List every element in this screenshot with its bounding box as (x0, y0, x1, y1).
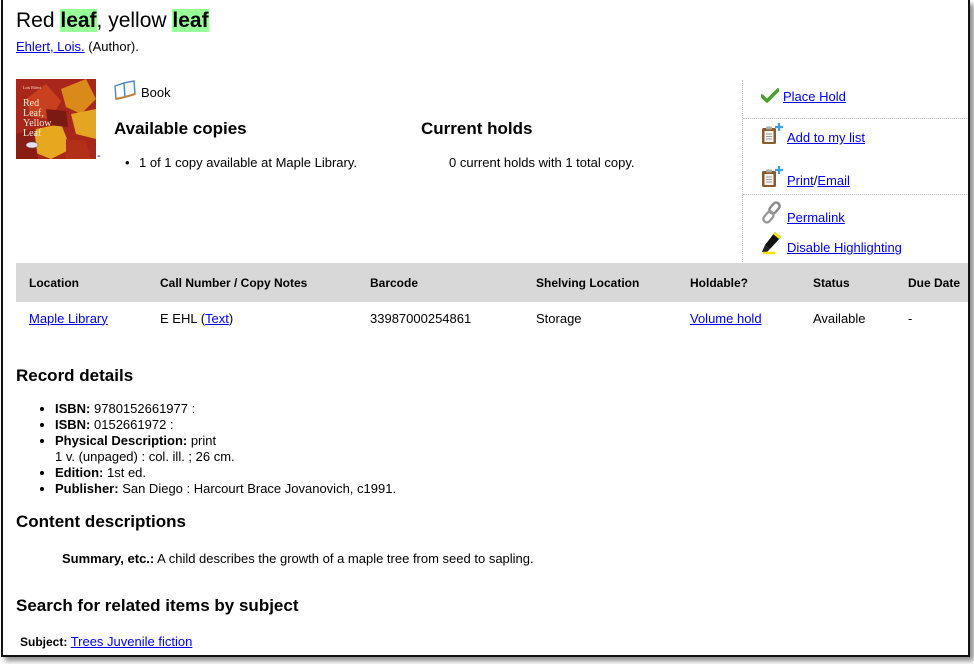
permalink-action[interactable]: Permalink (761, 201, 845, 225)
detail-label: Physical Description: (55, 433, 188, 448)
detail-label: Edition: (55, 465, 104, 480)
barcode-cell: 33987000254861 (370, 310, 472, 326)
email-link[interactable]: Email (817, 173, 850, 188)
cover-author: Lois Ehlert (23, 85, 42, 90)
subject-line: Subject: Trees Juvenile fiction (20, 634, 192, 649)
book-cover-art: Lois Ehlert Red Leaf, Yellow Leaf (16, 79, 96, 159)
shelving-location-cell: Storage (536, 310, 582, 326)
cover-link-underline[interactable]: - (97, 150, 101, 162)
author-line: Ehlert, Lois. (Author). (16, 39, 139, 54)
column-header-shelving-location: Shelving Location (523, 263, 677, 302)
place-hold-action[interactable]: Place Hold (761, 88, 846, 104)
column-header-barcode: Barcode (357, 263, 523, 302)
search-highlight: leaf (172, 9, 209, 32)
search-highlight: leaf (60, 9, 97, 32)
detail-item-publisher: Publisher: San Diego : Harcourt Brace Jo… (55, 481, 396, 497)
subject-link[interactable]: Trees Juvenile fiction (71, 634, 193, 649)
title-part: , yellow (96, 9, 173, 32)
holdings-header-row: Location Call Number / Copy Notes Barcod… (16, 263, 968, 302)
place-hold-link[interactable]: Place Hold (783, 89, 846, 104)
record-details-list: ISBN: 9780152661977 : ISBN: 0152661972 :… (41, 401, 396, 497)
column-header-status: Status (800, 263, 895, 302)
record-actions-panel: Place Hold Add to my list Print / Email … (742, 80, 968, 262)
column-header-location: Location (16, 263, 147, 302)
column-header-due-date: Due Date (895, 263, 968, 302)
clipboard-add-icon (762, 166, 783, 187)
available-copies-heading: Available copies (114, 119, 247, 138)
call-number-cell: E EHL (Text) (147, 302, 357, 334)
detail-value: 0152661972 : (90, 417, 174, 432)
divider (743, 194, 968, 195)
highlighter-icon (762, 232, 781, 255)
due-date-cell: - (908, 310, 913, 326)
detail-item-physical-description: Physical Description: print1 v. (unpaged… (55, 433, 396, 465)
location-cell: Maple Library (16, 302, 147, 334)
summary-label: Summary, etc.: (62, 551, 155, 566)
detail-value: San Diego : Harcourt Brace Jovanovich, c… (118, 481, 397, 496)
location-link[interactable]: Maple Library (29, 311, 108, 326)
cover-title-line: Leaf (23, 128, 42, 139)
record-page: Red leaf, yellow leaf Ehlert, Lois. (Aut… (1, 0, 970, 657)
add-to-list-link[interactable]: Add to my list (787, 130, 865, 145)
call-number-close: ) (228, 310, 234, 326)
add-to-list-action[interactable]: Add to my list (761, 123, 865, 145)
detail-value: print (187, 433, 217, 448)
checkmark-icon (761, 88, 779, 103)
subject-label: Subject: (20, 635, 68, 649)
link-chain-icon (762, 201, 781, 224)
disable-highlighting-link[interactable]: Disable Highlighting (787, 240, 902, 255)
record-details-heading: Record details (16, 366, 134, 385)
clipboard-add-icon (762, 123, 783, 144)
detail-item-edition: Edition: 1st ed. (55, 465, 396, 481)
current-holds-text: 0 current holds with 1 total copy. (449, 155, 635, 170)
column-header-holdable: Holdable? (677, 263, 800, 302)
detail-item-isbn: ISBN: 0152661972 : (55, 417, 396, 433)
current-holds-heading: Current holds (421, 119, 533, 138)
permalink-link[interactable]: Permalink (787, 210, 845, 225)
detail-label: ISBN: (55, 401, 91, 416)
available-copies-text: 1 of 1 copy available at Maple Library. (125, 155, 357, 170)
summary: Summary, etc.: A child describes the gro… (62, 551, 534, 566)
title-part: Red (16, 9, 61, 32)
detail-label: Publisher: (55, 481, 119, 496)
call-number: E EHL ( (160, 310, 206, 326)
content-descriptions-heading: Content descriptions (16, 512, 187, 531)
detail-value-extra: 1 v. (unpaged) : col. ill. ; 26 cm. (55, 449, 235, 464)
summary-text: A child describes the growth of a maple … (154, 551, 534, 566)
holdings-table: Location Call Number / Copy Notes Barcod… (16, 263, 968, 334)
related-subjects-heading: Search for related items by subject (16, 596, 299, 615)
volume-hold-link[interactable]: Volume hold (690, 311, 762, 326)
disable-highlighting-action[interactable]: Disable Highlighting (761, 231, 902, 255)
divider (743, 118, 968, 119)
author-link[interactable]: Ehlert, Lois. (16, 39, 85, 54)
print-email-action: Print / Email (761, 166, 850, 188)
detail-label: ISBN: (55, 417, 91, 432)
print-link[interactable]: Print (787, 173, 814, 188)
format-label: Book (141, 85, 171, 100)
detail-value: 9780152661977 : (90, 401, 196, 416)
author-role: (Author). (84, 39, 139, 54)
book-icon (114, 80, 136, 100)
status-cell: Available (813, 310, 866, 326)
detail-item-isbn: ISBN: 9780152661977 : (55, 401, 396, 417)
record-title: Red leaf, yellow leaf (16, 9, 209, 33)
cover-image[interactable]: Lois Ehlert Red Leaf, Yellow Leaf (16, 79, 96, 159)
table-row: Maple Library E EHL (Text) 3398700025486… (16, 302, 968, 334)
holdable-cell: Volume hold (677, 302, 800, 334)
call-number-text-link[interactable]: Text (205, 311, 229, 326)
format-indicator: Book (113, 80, 171, 100)
column-header-call-number: Call Number / Copy Notes (147, 263, 357, 302)
detail-value: 1st ed. (103, 465, 147, 480)
